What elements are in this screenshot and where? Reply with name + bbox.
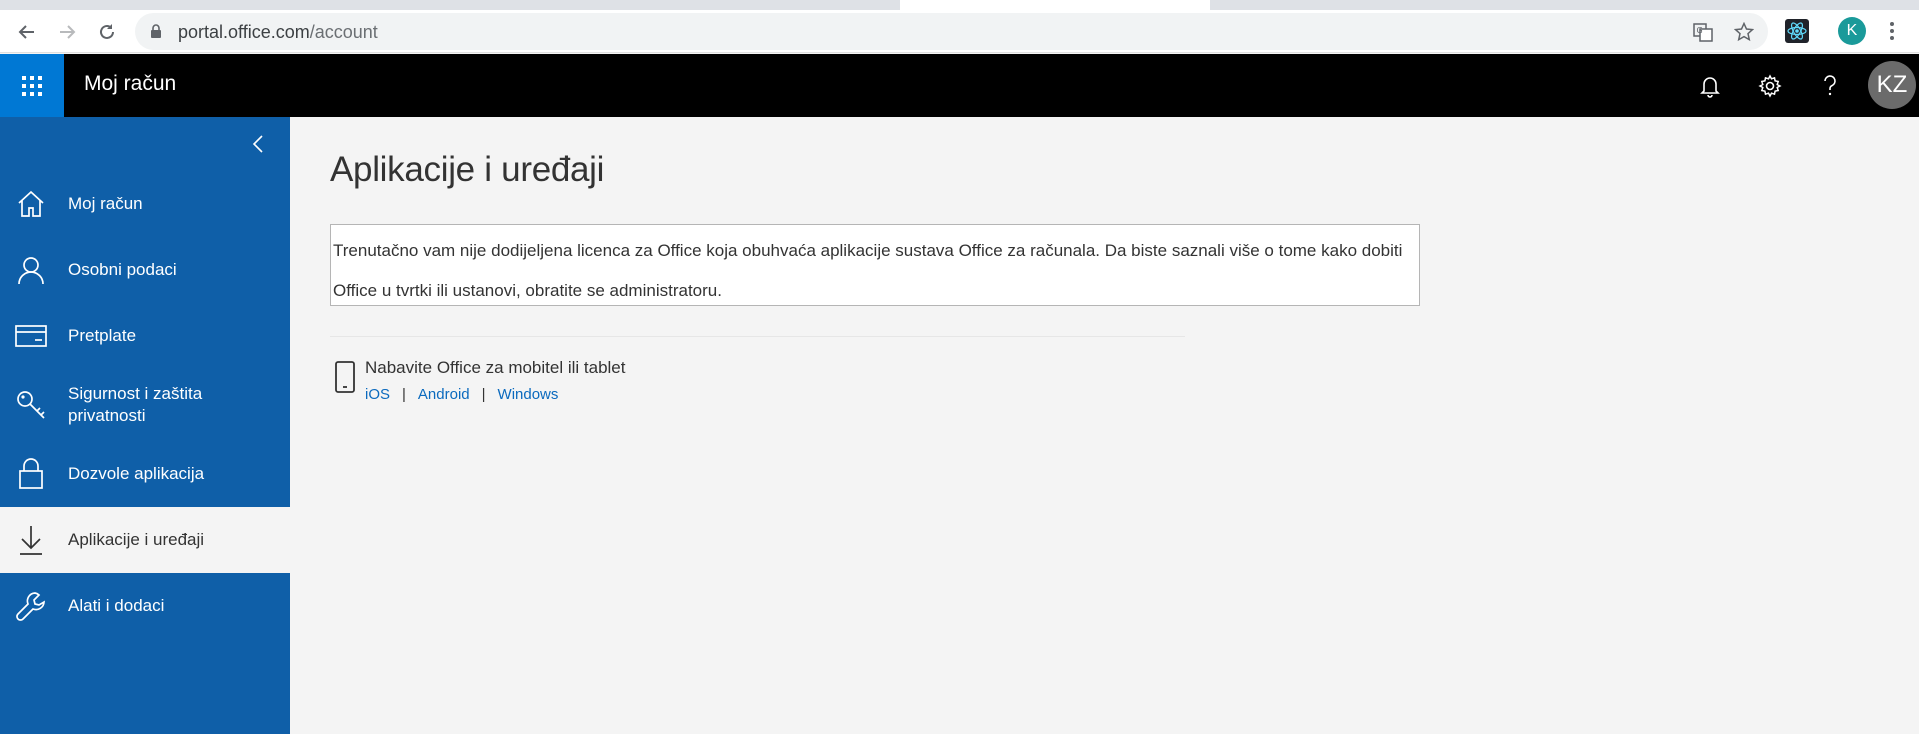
- reload-icon: [100, 24, 114, 39]
- waffle-icon: [22, 75, 42, 96]
- home-icon: [12, 185, 50, 223]
- browser-active-tab[interactable]: [900, 0, 1210, 10]
- sidebar-item-subscriptions[interactable]: Pretplate: [0, 303, 290, 369]
- extension-react-icon[interactable]: [1784, 18, 1810, 44]
- sidebar: Moj račun Osobni podaci Pretplate Sigurn…: [0, 117, 290, 734]
- sidebar-item-label: Osobni podaci: [68, 260, 177, 279]
- app-title[interactable]: Moj račun: [84, 72, 176, 96]
- forward-button[interactable]: [52, 17, 82, 47]
- person-icon: [12, 251, 50, 289]
- reload-button[interactable]: [92, 17, 122, 47]
- sidebar-item-label: Sigurnost i zaštita privatnosti: [68, 384, 203, 425]
- wrench-icon: [12, 587, 50, 625]
- arrow-right-icon: [60, 25, 76, 39]
- browser-tabstrip: [0, 0, 1919, 10]
- address-bar[interactable]: portal.office.com/account G: [135, 13, 1768, 50]
- back-button[interactable]: [12, 17, 42, 47]
- arrow-left-icon: [18, 25, 34, 39]
- url-host: portal.office.com: [178, 22, 310, 42]
- mobile-links: iOS | Android | Windows: [365, 386, 558, 403]
- browser-profile-avatar[interactable]: K: [1838, 17, 1866, 45]
- divider: [330, 336, 1185, 337]
- sidebar-item-label: Dozvole aplikacija: [68, 464, 205, 483]
- lock-icon: [12, 455, 50, 493]
- ios-link[interactable]: iOS: [365, 386, 390, 403]
- help-button[interactable]: [1812, 68, 1848, 104]
- sidebar-item-tools-addins[interactable]: Alati i dodaci: [0, 573, 290, 639]
- translate-icon[interactable]: G: [1692, 21, 1714, 43]
- android-link[interactable]: Android: [418, 386, 470, 403]
- sidebar-item-app-permissions[interactable]: Dozvole aplikacija: [0, 441, 290, 507]
- collapse-sidebar-button[interactable]: [245, 131, 271, 157]
- suite-header: Moj račun KZ: [0, 54, 1919, 117]
- profile-initial: K: [1846, 22, 1858, 39]
- card-icon: [12, 317, 50, 355]
- sidebar-item-label: Aplikacije i uređaji: [68, 530, 205, 549]
- lock-icon: [151, 24, 161, 38]
- sidebar-item-label: Moj račun: [68, 194, 143, 213]
- download-icon: [12, 521, 50, 559]
- user-avatar[interactable]: KZ: [1868, 61, 1916, 109]
- main-content: Aplikacije i uređaji Trenutačno vam nije…: [290, 117, 1919, 734]
- chevron-left-icon: [252, 135, 263, 153]
- url-text: portal.office.com/account: [178, 22, 378, 43]
- link-separator: |: [402, 386, 406, 403]
- sidebar-item-label: Alati i dodaci: [68, 596, 165, 615]
- mobile-section: Nabavite Office za mobitel ili tablet iO…: [330, 358, 830, 418]
- sidebar-item-apps-devices[interactable]: Aplikacije i uređaji: [0, 507, 290, 573]
- notifications-button[interactable]: [1692, 68, 1728, 104]
- gear-icon: [1758, 74, 1782, 98]
- bell-icon: [1700, 77, 1720, 98]
- sidebar-item-security-privacy[interactable]: Sigurnost i zaštita privatnosti: [0, 369, 290, 441]
- sidebar-item-label: Pretplate: [68, 326, 137, 345]
- browser-toolbar: portal.office.com/account G K: [0, 10, 1919, 53]
- settings-button[interactable]: [1752, 68, 1788, 104]
- browser-menu-button[interactable]: [1880, 17, 1904, 45]
- more-vertical-icon: [1890, 22, 1894, 40]
- link-separator: |: [481, 386, 486, 403]
- windows-link[interactable]: Windows: [498, 386, 559, 403]
- phone-icon: [335, 361, 355, 393]
- bookmark-star-icon[interactable]: [1733, 21, 1755, 43]
- key-icon: [12, 386, 50, 424]
- license-notice: Trenutačno vam nije dodijeljena licenca …: [330, 224, 1420, 306]
- page-title: Aplikacije i uređaji: [330, 150, 605, 189]
- url-path: /account: [309, 22, 378, 42]
- sidebar-item-my-account[interactable]: Moj račun: [0, 171, 290, 237]
- sidebar-item-personal-info[interactable]: Osobni podaci: [0, 237, 290, 303]
- question-icon: [1824, 75, 1836, 96]
- avatar-initials: KZ: [1876, 71, 1908, 98]
- svg-text:G: G: [1697, 26, 1703, 35]
- mobile-section-title: Nabavite Office za mobitel ili tablet: [365, 358, 626, 377]
- app-launcher-button[interactable]: [0, 54, 64, 117]
